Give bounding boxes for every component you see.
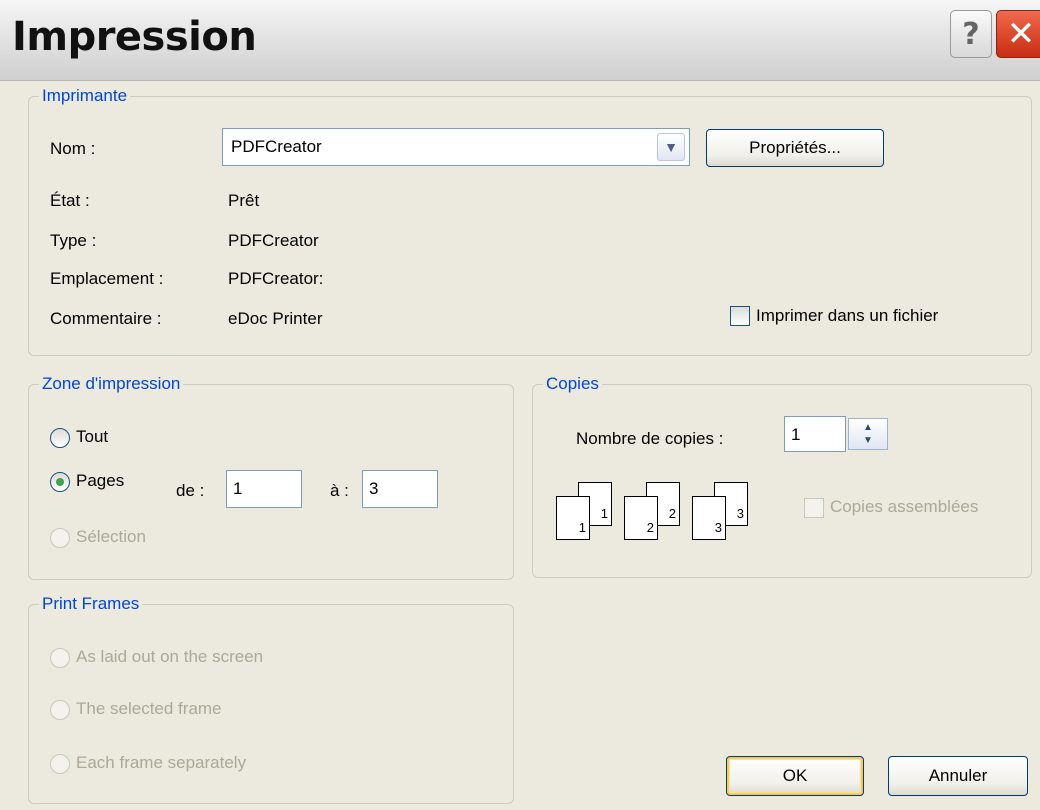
print-range-legend: Zone d'impression [39, 373, 184, 395]
close-icon[interactable]: ✕ [996, 10, 1040, 58]
frames-each-radio[interactable] [50, 754, 70, 774]
range-selection-label[interactable]: Sélection [76, 526, 146, 548]
title-bar: Impression ? ✕ [0, 0, 1040, 81]
spin-up-icon[interactable]: ▲ [855, 421, 881, 433]
copies-count-label: Nombre de copies : [576, 429, 724, 448]
chevron-down-icon[interactable]: ▼ [657, 133, 685, 161]
print-frames-legend: Print Frames [39, 593, 143, 615]
copies-count-input[interactable]: 1 [784, 416, 846, 452]
print-to-file-label[interactable]: Imprimer dans un fichier [756, 305, 938, 327]
frames-layout-label[interactable]: As laid out on the screen [76, 646, 263, 668]
printer-state-label: État : [50, 191, 90, 210]
copies-legend: Copies [543, 373, 602, 395]
help-icon[interactable]: ? [950, 10, 992, 58]
frames-selected-label[interactable]: The selected frame [76, 698, 222, 720]
range-from-input[interactable]: 1 [226, 470, 302, 508]
properties-button[interactable]: Propriétés... [706, 129, 884, 167]
printer-state-value: Prêt [228, 191, 260, 210]
collate-page-front: 3 [692, 496, 726, 540]
print-to-file-checkbox[interactable] [730, 306, 750, 326]
printer-type-label: Type : [50, 231, 97, 250]
printer-location-value: PDFCreator: [228, 269, 324, 288]
printer-name-label: Nom : [50, 139, 96, 158]
printer-legend: Imprimante [39, 85, 131, 107]
range-selection-radio[interactable] [50, 528, 70, 548]
collate-label[interactable]: Copies assemblées [830, 496, 978, 518]
spin-down-icon[interactable]: ▼ [855, 434, 881, 446]
range-all-label[interactable]: Tout [76, 426, 108, 448]
frames-layout-radio[interactable] [50, 648, 70, 668]
copies-spinner[interactable]: ▲ ▼ [848, 418, 888, 450]
copies-group: Copies [532, 373, 1032, 578]
range-pages-label[interactable]: Pages [76, 470, 124, 492]
printer-type-value: PDFCreator [228, 231, 319, 250]
cancel-button[interactable]: Annuler [888, 756, 1028, 796]
printer-name-value: PDFCreator [231, 137, 322, 156]
frames-selected-radio[interactable] [50, 700, 70, 720]
window-title: Impression [12, 14, 257, 60]
printer-comment-value: eDoc Printer [228, 309, 323, 328]
printer-location-label: Emplacement : [50, 269, 164, 288]
collate-checkbox[interactable] [804, 498, 824, 518]
printer-comment-label: Commentaire : [50, 309, 162, 328]
frames-each-label[interactable]: Each frame separately [76, 752, 246, 774]
collate-page-front: 1 [556, 496, 590, 540]
ok-button[interactable]: OK [726, 756, 864, 796]
collate-page-front: 2 [624, 496, 658, 540]
range-pages-radio[interactable] [50, 472, 70, 492]
range-all-radio[interactable] [50, 428, 70, 448]
range-to-input[interactable]: 3 [362, 470, 438, 508]
printer-name-select[interactable]: PDFCreator ▼ [222, 128, 690, 166]
range-from-label: de : [176, 481, 205, 500]
range-to-label: à : [330, 481, 349, 500]
